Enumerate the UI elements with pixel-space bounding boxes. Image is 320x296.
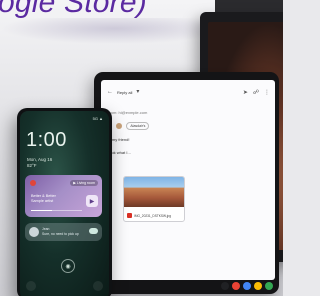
tablet-taskbar — [221, 282, 273, 290]
output-device-chip[interactable]: ▶ Living room — [70, 180, 98, 186]
chevron-down-icon[interactable]: ▾ — [136, 89, 139, 95]
attachment-bar: IMG_20231_DSTKSW.jpg — [127, 213, 171, 218]
headline: ogle Store) — [0, 0, 147, 19]
taskbar-app-icon[interactable] — [243, 282, 251, 290]
attachment-card[interactable]: IMG_20231_DSTKSW.jpg — [123, 176, 185, 222]
media-progress-fill — [31, 210, 53, 211]
weather-line: 82°F — [27, 163, 37, 169]
avatar — [29, 227, 39, 237]
media-player-card[interactable]: ▶ Living room Better & Better Sample art… — [25, 175, 102, 217]
fingerprint-icon[interactable]: ◉ — [61, 259, 75, 273]
tablet-toolbar: ← Reply all ▾ — [107, 89, 139, 95]
attachment-name: IMG_20231_DSTKSW.jpg — [134, 213, 172, 218]
tablet-screen: ← Reply all ▾ ➤ ☍ ⋮ From: hi@exmple.com … — [101, 80, 275, 280]
phone: 5G ▲ 1:00 Mon, Aug 16 82°F ▶ Living room… — [17, 108, 112, 296]
image-file-icon — [127, 213, 132, 218]
lockscreen-date: Mon, Aug 16 82°F — [27, 157, 52, 170]
media-progress-bar[interactable] — [31, 210, 82, 211]
phone-lockscreen: 5G ▲ 1:00 Mon, Aug 16 82°F ▶ Living room… — [20, 111, 109, 296]
back-arrow-icon[interactable]: ← — [107, 89, 113, 95]
taskbar-app-icon[interactable] — [232, 282, 240, 290]
send-icon[interactable]: ➤ — [243, 90, 248, 96]
music-app-icon — [30, 180, 36, 186]
avatar — [116, 123, 123, 129]
from-line: From: hi@exmple.com — [107, 110, 148, 115]
reply-all-button[interactable]: Reply all — [117, 90, 132, 95]
notification-card[interactable]: Jean Sure, no need to pick up — [25, 223, 102, 241]
recipient-chip[interactable]: Alasdair's — [126, 122, 150, 130]
taskbar-app-icon[interactable] — [221, 282, 229, 290]
lockscreen-shortcut-right[interactable] — [93, 281, 103, 291]
taskbar-app-icon[interactable] — [265, 282, 273, 290]
media-info: Better & Better Sample artist — [31, 194, 56, 204]
headline-shadow — [0, 18, 230, 44]
more-icon[interactable]: ⋮ — [264, 90, 270, 96]
attachment-thumbnail — [124, 177, 184, 207]
attach-icon[interactable]: ☍ — [253, 90, 259, 96]
from-row: From: hi@exmple.com — [107, 110, 147, 115]
notification-expand-toggle[interactable] — [89, 228, 98, 234]
notification-message: Sure, no need to pick up — [42, 231, 79, 236]
play-icon[interactable]: ▶ — [86, 195, 98, 207]
lockscreen-clock: 1:00 — [26, 129, 67, 151]
media-artist: Sample artist — [31, 198, 54, 203]
lockscreen-shortcut-left[interactable] — [26, 281, 36, 291]
taskbar-app-icon[interactable] — [254, 282, 262, 290]
back-device-top-bar — [215, 0, 283, 12]
notification-text: Jean Sure, no need to pick up — [42, 227, 79, 237]
tablet-action-icons: ➤ ☍ ⋮ — [243, 90, 270, 96]
to-row[interactable]: To: Alasdair's — [107, 122, 150, 130]
tablet: ← Reply all ▾ ➤ ☍ ⋮ From: hi@exmple.com … — [94, 72, 279, 294]
marketing-stage: ogle Store) ← Reply all ▾ ➤ ☍ ⋮ From: hi… — [0, 0, 283, 296]
status-bar: 5G ▲ — [92, 116, 103, 121]
